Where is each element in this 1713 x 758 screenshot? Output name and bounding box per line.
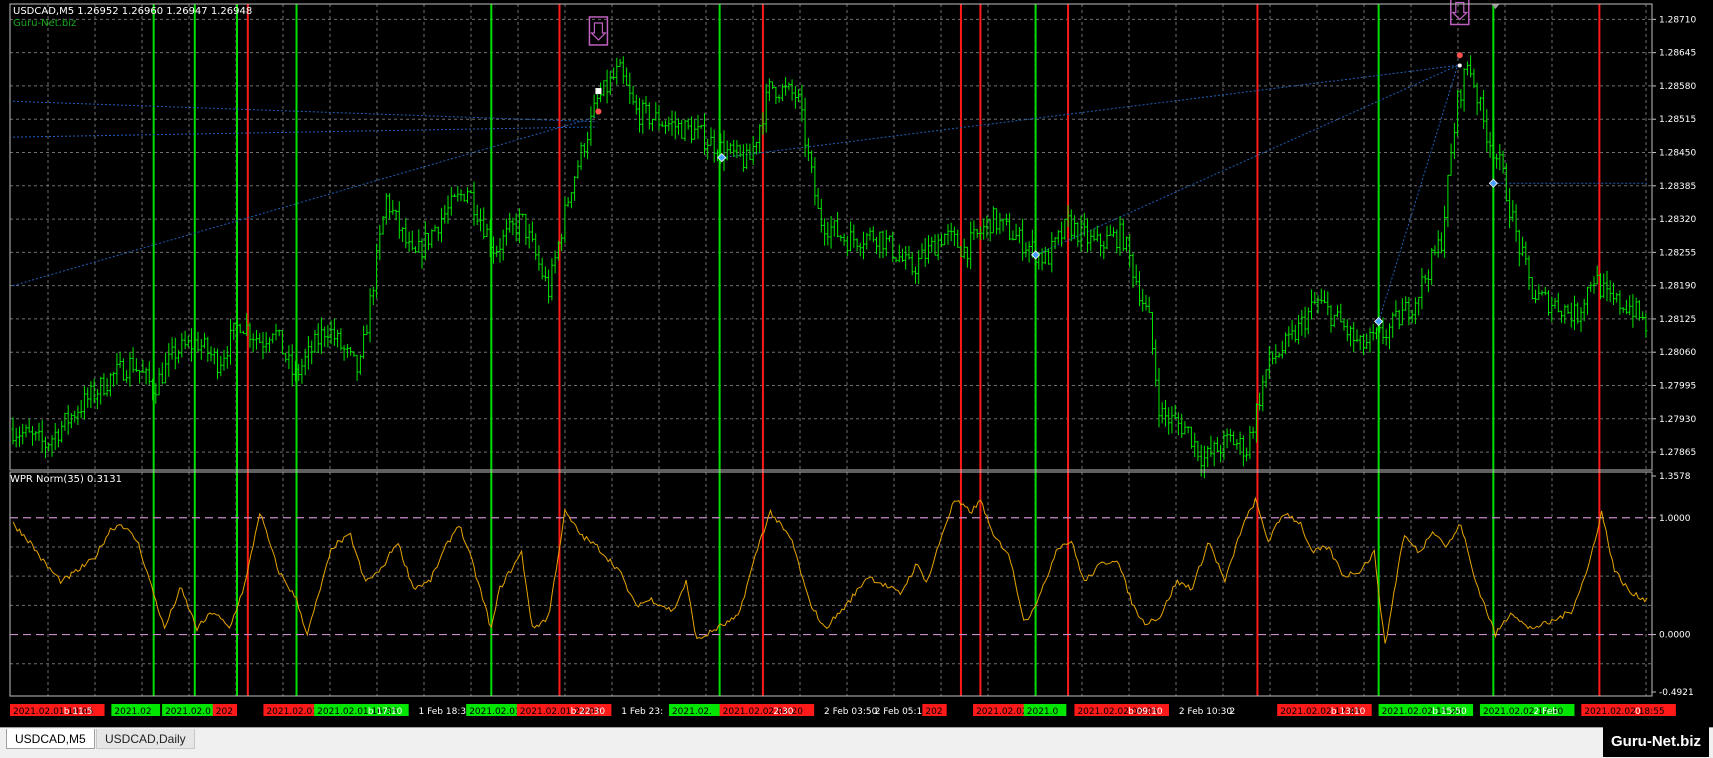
price-tick-label: 1.27930 — [1659, 415, 1696, 425]
price-tick-label: 1.28060 — [1659, 348, 1696, 358]
entry-dot — [595, 108, 602, 115]
time-label: 202 — [925, 707, 942, 717]
price-tick-label: 1.28710 — [1659, 15, 1696, 25]
time-label: 2 — [1230, 707, 1236, 717]
price-tick-label: 1.28450 — [1659, 149, 1696, 159]
chart-window[interactable]: 1.28710 1.28645 1.28580 1.28515 1.28450 1.283… — [0, 0, 1713, 757]
price-tick-label: 1.28125 — [1659, 315, 1696, 325]
time-label: 1 Feb 23: — [621, 707, 663, 717]
symbol-info: USDCAD,M5 1.26952 1.26960 1.26947 1.2694… — [13, 6, 252, 17]
price-tick-label: 1.28320 — [1659, 215, 1696, 225]
price-tick-label: 1.27865 — [1659, 448, 1696, 458]
price-tick-label: 1.28255 — [1659, 248, 1696, 258]
wpr-tick-label: 0.0000 — [1659, 631, 1691, 641]
time-label: b 09:10 — [1128, 707, 1163, 717]
time-label: b 17:10 — [368, 707, 403, 717]
entry-dot — [1456, 52, 1463, 59]
time-label: b 22:30 — [571, 707, 606, 717]
price-tick-label: 1.27995 — [1659, 382, 1696, 392]
time-label: b 13:10 — [1331, 707, 1366, 717]
watermark: Guru-Net.biz — [1603, 727, 1709, 757]
entry-square — [595, 88, 602, 95]
time-label: 1 Feb 18:30 — [419, 707, 473, 717]
tab-usdcad-m5[interactable]: USDCAD,M5 — [6, 729, 95, 749]
time-label: 2 Feb 03:50 — [824, 707, 878, 717]
time-label: 2021.02.02 18:55 — [1584, 707, 1664, 717]
wpr-tick-label: -0.4921 — [1659, 688, 1694, 698]
time-label: 2 Feb 10:30 — [1179, 707, 1233, 717]
wpr-tick-label: 1.0000 — [1659, 514, 1691, 524]
time-label: 2021.02.02 — [976, 707, 1028, 717]
time-label: 2 Feb — [1534, 707, 1559, 717]
time-label: b 11:5 — [64, 707, 93, 717]
time-label: 2021.0 — [1027, 707, 1059, 717]
price-tick-label: 1.28645 — [1659, 49, 1696, 59]
price-tick-label: 1.28190 — [1659, 282, 1696, 292]
wpr-tick-label: 1.3578 — [1659, 472, 1691, 482]
time-label: 202 — [216, 707, 233, 717]
time-label: 0 — [1635, 707, 1641, 717]
time-label: 2021.02. — [672, 707, 712, 717]
indicator-title: WPR Norm(35) 0.3131 — [10, 474, 122, 485]
time-label: b 15:50 — [1432, 707, 1467, 717]
time-label: 2:30 — [773, 707, 793, 717]
time-label: 2 Feb 05:10 — [875, 707, 929, 717]
chart-canvas[interactable]: 1.28710 1.28645 1.28580 1.28515 1.28450 1.283… — [0, 0, 1713, 727]
price-tick-label: 1.28580 — [1659, 82, 1696, 92]
entry-dot — [1457, 63, 1462, 68]
chart-tab-bar: USDCAD,M5 USDCAD,Daily — [0, 727, 1713, 758]
time-label: 2021.02.0 — [165, 707, 211, 717]
tab-usdcad-daily[interactable]: USDCAD,Daily — [96, 729, 195, 749]
site-label: Guru-Net.biz — [13, 18, 76, 29]
price-tick-label: 1.28385 — [1659, 182, 1696, 192]
time-label: 2021.02 — [114, 707, 151, 717]
price-tick-label: 1.28515 — [1659, 115, 1696, 125]
time-label: 2021.02.01 — [266, 707, 318, 717]
